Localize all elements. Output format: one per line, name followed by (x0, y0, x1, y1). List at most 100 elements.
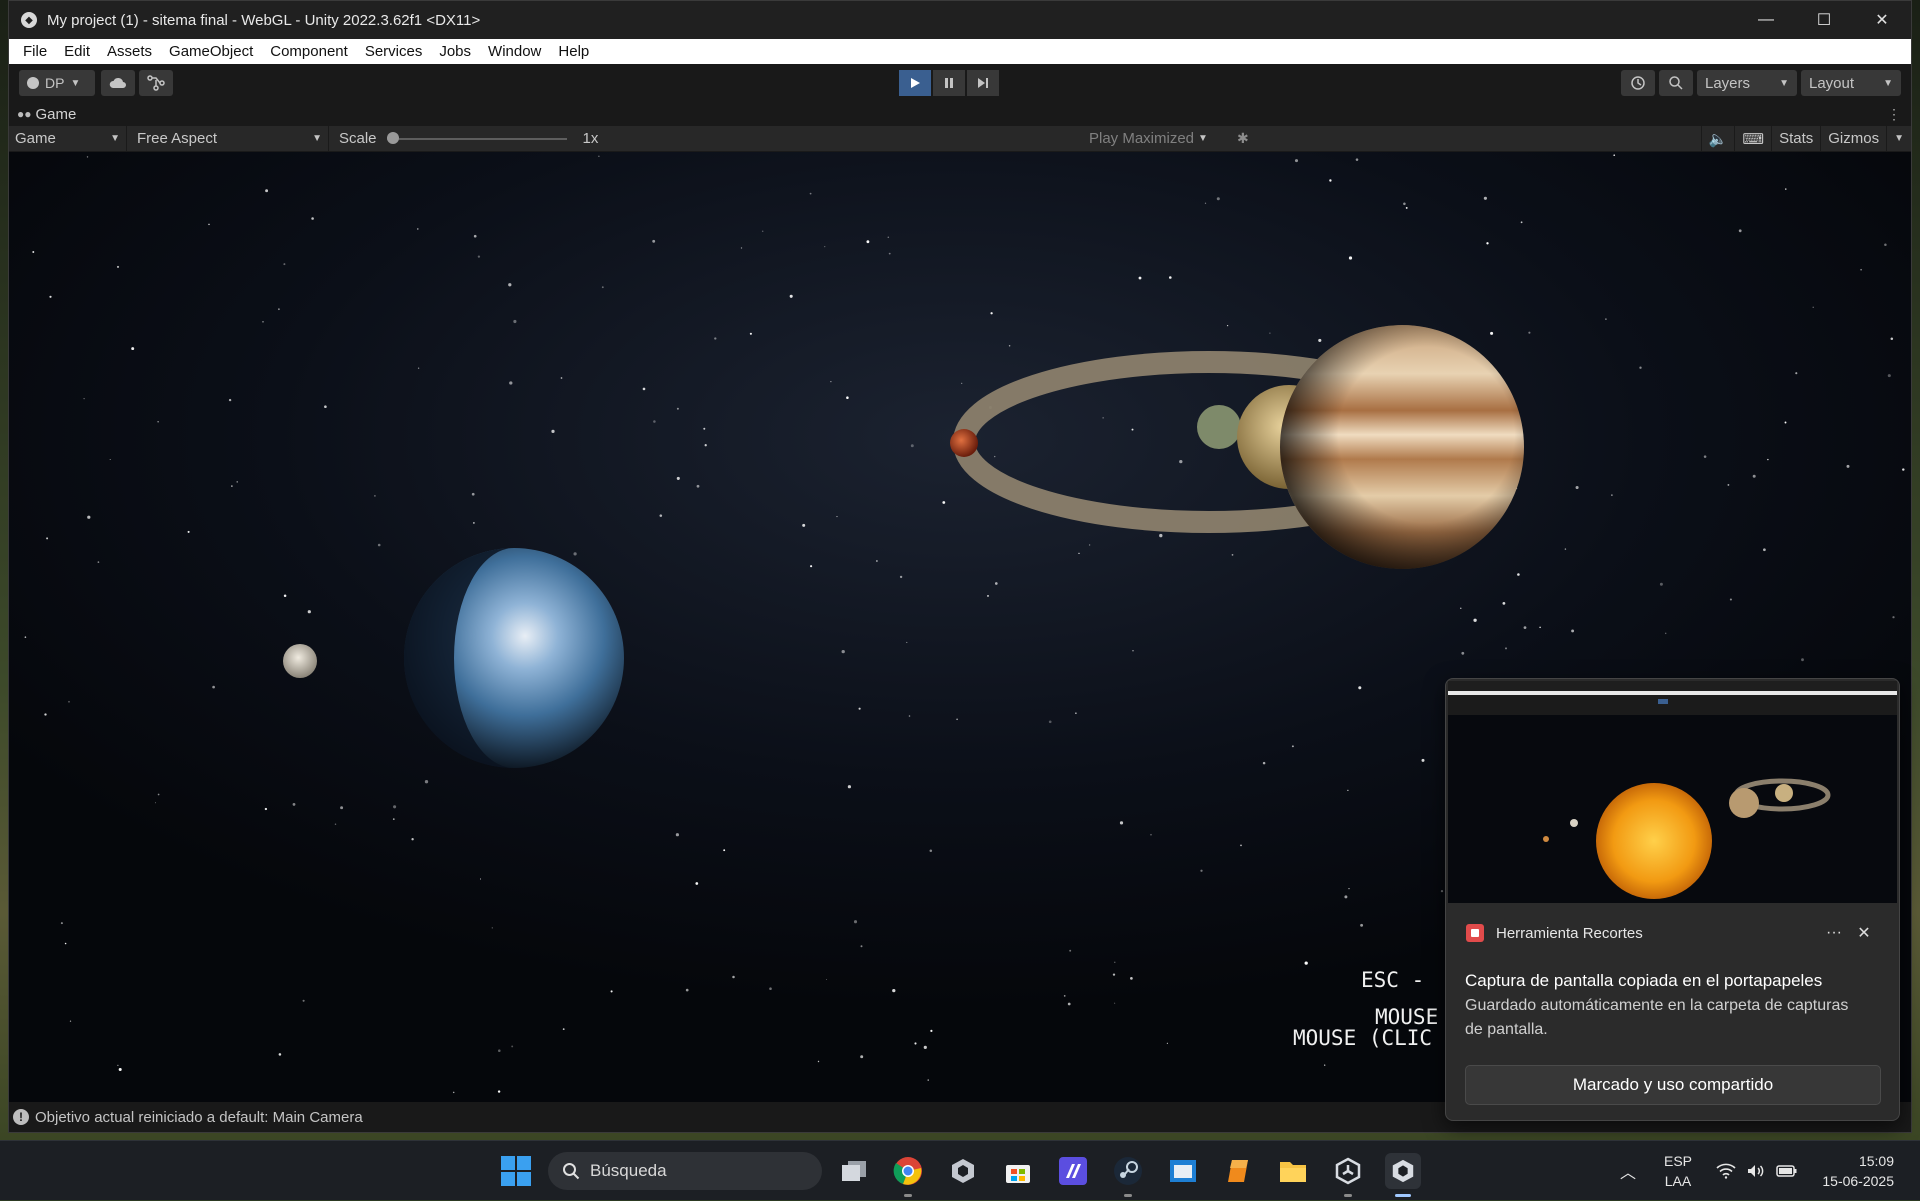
star (1075, 712, 1077, 714)
stats-label: Stats (1779, 130, 1814, 147)
star (228, 398, 232, 402)
star (1767, 458, 1769, 461)
menu-help[interactable]: Help (550, 43, 598, 60)
star (1860, 268, 1862, 271)
star (1571, 629, 1575, 633)
play-button[interactable] (899, 70, 931, 96)
scale-slider-handle[interactable] (386, 131, 399, 144)
maximize-button[interactable]: ☐ (1795, 1, 1853, 39)
microsoft-store-app[interactable] (1000, 1153, 1036, 1189)
display-dropdown[interactable]: Game ▼ (9, 126, 127, 151)
menu-jobs[interactable]: Jobs (431, 43, 480, 60)
star (1884, 243, 1887, 246)
star (923, 1045, 927, 1049)
star (236, 481, 238, 483)
app-window[interactable] (1165, 1153, 1201, 1189)
star (187, 530, 190, 533)
star (910, 444, 914, 448)
star (264, 807, 268, 811)
tab-game[interactable]: ●● Game (17, 106, 76, 123)
keyboard-shortcuts-button[interactable]: ⌨ (1734, 126, 1771, 151)
cloud-button[interactable] (101, 70, 135, 96)
search-button[interactable] (1659, 70, 1693, 96)
more-options-button[interactable]: ··· (1819, 924, 1849, 942)
unity-editor-app[interactable] (1330, 1153, 1366, 1197)
status-message[interactable]: Objetivo actual reiniciado a default: Ma… (35, 1109, 363, 1126)
star (860, 945, 863, 948)
layout-dropdown[interactable]: Layout ▼ (1801, 70, 1901, 96)
close-button[interactable]: ✕ (1853, 1, 1911, 39)
show-hidden-icons-button[interactable]: ︿ (1620, 1141, 1636, 1201)
star (1520, 221, 1523, 224)
search-placeholder: Búsqueda (590, 1161, 667, 1180)
volume-icon (1748, 1165, 1764, 1177)
star (824, 245, 826, 248)
account-button[interactable]: DP ▼ (19, 70, 95, 96)
snipping-tool-notification[interactable]: Herramienta Recortes ··· ✕ Captura de pa… (1445, 678, 1900, 1121)
star (732, 975, 735, 979)
unity-project-app[interactable] (1385, 1153, 1421, 1197)
star (117, 1064, 119, 1067)
notification-body: Guardado automáticamente en la carpeta d… (1465, 997, 1849, 1038)
star (1324, 1064, 1326, 1066)
menu-assets[interactable]: Assets (99, 43, 161, 60)
running-indicator (1344, 1194, 1352, 1197)
system-tray-icons[interactable] (1716, 1141, 1798, 1201)
star (393, 805, 397, 809)
star (1738, 229, 1742, 233)
more-options-icon[interactable]: ⋮ (1887, 106, 1901, 123)
task-view-button[interactable] (836, 1153, 872, 1189)
menu-edit[interactable]: Edit (56, 43, 99, 60)
layers-dropdown[interactable]: Layers ▼ (1697, 70, 1797, 96)
clock[interactable]: 15:09 15-06-2025 (1812, 1141, 1894, 1201)
history-button[interactable] (1621, 70, 1655, 96)
orange-app[interactable] (1220, 1153, 1256, 1189)
star (836, 516, 838, 518)
start-button[interactable] (500, 1155, 532, 1187)
star (876, 560, 878, 562)
menu-window[interactable]: Window (480, 43, 550, 60)
gizmos-dropdown[interactable]: ▼ (1886, 126, 1911, 151)
menu-component[interactable]: Component (262, 43, 357, 60)
star (302, 999, 305, 1002)
star (118, 1067, 122, 1072)
clock-time: 15:09 (1858, 1153, 1894, 1169)
version-control-button[interactable] (139, 70, 173, 96)
star (513, 319, 517, 324)
taskbar-search[interactable]: Búsqueda (548, 1152, 822, 1190)
menu-file[interactable]: File (15, 43, 56, 60)
stats-button[interactable]: Stats (1771, 126, 1820, 151)
running-indicator (1395, 1194, 1411, 1197)
steam-app[interactable] (1110, 1153, 1146, 1197)
pause-button[interactable] (933, 70, 965, 96)
play-mode-dropdown[interactable]: Play Maximized ▼ (1089, 130, 1208, 147)
screenshot-thumbnail[interactable] (1448, 681, 1897, 903)
chrome-app[interactable] (890, 1153, 926, 1197)
mute-audio-button[interactable]: 🔈 (1700, 126, 1735, 151)
bug-icon[interactable]: ✱ (1237, 130, 1249, 147)
file-explorer-app[interactable] (1275, 1153, 1311, 1189)
star (46, 537, 49, 540)
star (278, 308, 280, 311)
visual-studio-app[interactable] (1055, 1153, 1091, 1189)
unity-hub-app[interactable] (945, 1153, 981, 1189)
menu-services[interactable]: Services (357, 43, 432, 60)
notification-close-button[interactable]: ✕ (1849, 923, 1879, 943)
menu-gameobject[interactable]: GameObject (161, 43, 262, 60)
minimize-button[interactable]: — (1737, 1, 1795, 39)
star (64, 942, 67, 945)
star (1801, 658, 1804, 662)
play-icon (911, 78, 920, 88)
markup-share-button[interactable]: Marcado y uso compartido (1465, 1065, 1881, 1105)
history-icon (1631, 76, 1645, 90)
gizmos-button[interactable]: Gizmos (1820, 126, 1886, 151)
aspect-dropdown[interactable]: Free Aspect ▼ (127, 126, 329, 151)
layers-label: Layers (1705, 74, 1751, 92)
star (1564, 548, 1567, 550)
star (1729, 598, 1732, 601)
scale-slider[interactable] (386, 131, 567, 144)
title-bar[interactable]: ◆ My project (1) - sitema final - WebGL … (9, 1, 1911, 39)
language-indicator[interactable]: ESP LAA (1664, 1141, 1692, 1201)
step-button[interactable] (967, 70, 999, 96)
moon (283, 644, 317, 678)
